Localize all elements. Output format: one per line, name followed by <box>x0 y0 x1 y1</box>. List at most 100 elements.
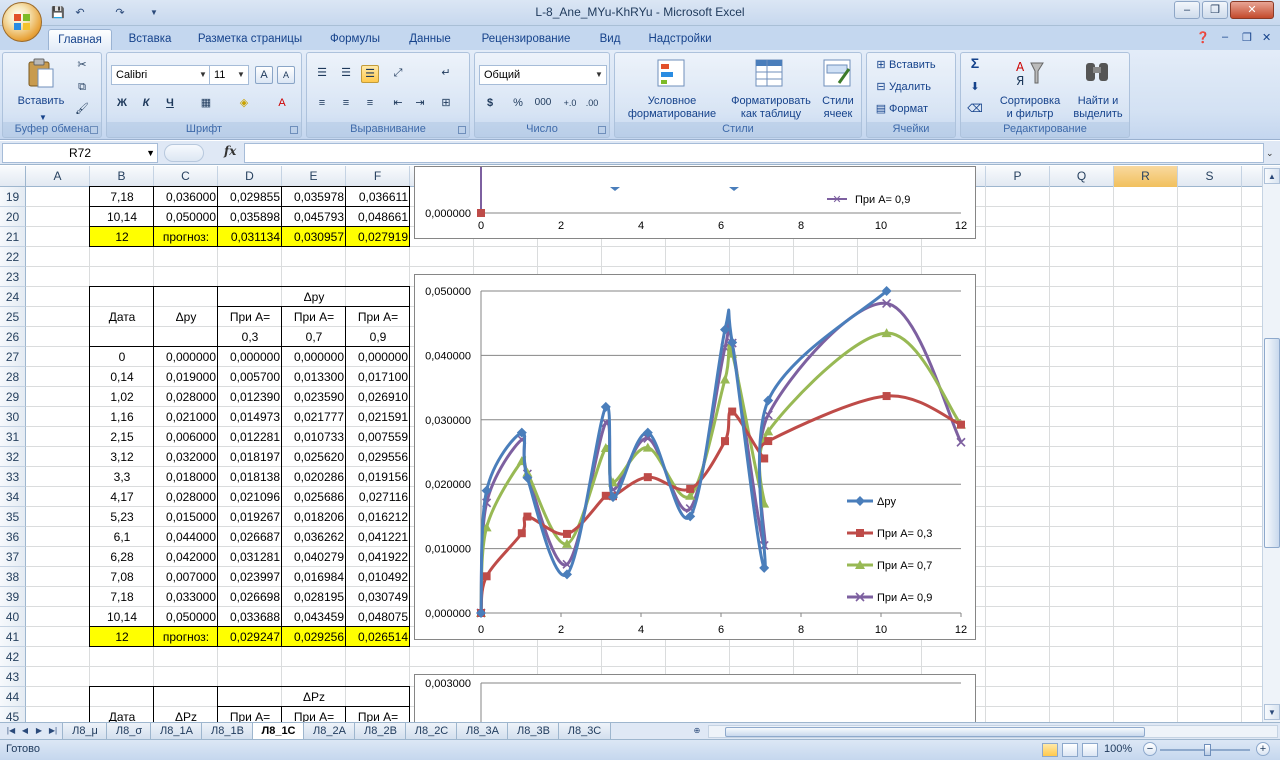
cell[interactable]: 0,028000 <box>154 387 218 407</box>
cell[interactable]: 0,021000 <box>154 407 218 427</box>
cell[interactable]: 0,027919 <box>346 227 410 247</box>
tab-insert[interactable]: Вставка <box>118 29 182 50</box>
cell[interactable]: 0,031281 <box>218 547 282 567</box>
cut-icon[interactable]: ✂ <box>73 57 91 75</box>
tab-review[interactable]: Рецензирование <box>472 29 580 50</box>
main-chart[interactable]: 0,000000 0,010000 0,020000 0,030000 0,040000… <box>414 274 976 640</box>
align-bottom-icon[interactable]: ☰ <box>361 65 379 83</box>
align-center-icon[interactable]: ≡ <box>337 95 355 113</box>
help-icon[interactable]: ❓ <box>1196 31 1210 44</box>
cell-styles-label-1[interactable]: Стили <box>813 95 863 108</box>
next-sheet-icon[interactable]: ▶ <box>32 724 46 738</box>
name-box[interactable]: R72 ▼ <box>2 143 158 163</box>
row-header[interactable]: 40 <box>0 607 26 627</box>
horizontal-scrollbar[interactable] <box>708 725 1278 738</box>
shrink-font-icon[interactable]: A <box>277 66 295 84</box>
find-select-label-2[interactable]: выделить <box>1069 108 1127 121</box>
cell[interactable]: 0,036611 <box>346 187 410 207</box>
cell[interactable]: При А= <box>346 307 410 327</box>
cell[interactable]: Δpy <box>154 307 218 327</box>
row-header[interactable]: 25 <box>0 307 26 327</box>
row-header[interactable]: 24 <box>0 287 26 307</box>
percent-button[interactable]: % <box>509 95 527 113</box>
bottom-chart[interactable]: 0,003000 <box>414 674 976 722</box>
cell[interactable]: При А= <box>346 707 410 722</box>
cell[interactable]: 10,14 <box>90 607 154 627</box>
cell[interactable]: 0,032000 <box>154 447 218 467</box>
sheet-tab[interactable]: Л8_1C <box>252 723 305 740</box>
horizontal-scroll-thumb[interactable] <box>725 727 1145 737</box>
row-header[interactable]: 35 <box>0 507 26 527</box>
bold-button[interactable]: Ж <box>113 95 131 113</box>
sheet-tab[interactable]: Л8_μ <box>62 723 108 740</box>
increase-indent-icon[interactable]: ⇥ <box>411 95 429 113</box>
paste-button[interactable]: Вставить <box>11 95 71 108</box>
orientation-icon[interactable]: ⤢ <box>389 65 407 83</box>
cell[interactable]: 3,12 <box>90 447 154 467</box>
zoom-out-button[interactable]: − <box>1143 742 1157 756</box>
row-header[interactable]: 43 <box>0 667 26 687</box>
delete-cells-button[interactable]: Удалить <box>889 81 949 94</box>
scroll-up-icon[interactable]: ▲ <box>1264 168 1280 184</box>
find-select-label-1[interactable]: Найти и <box>1069 95 1127 108</box>
cell[interactable]: Дата <box>90 307 154 327</box>
worksheet-grid[interactable]: ABCDEFGHIJKLMNOPQRS 19202122232425262728… <box>0 166 1262 722</box>
cell[interactable]: При А= <box>218 307 282 327</box>
normal-view-button[interactable] <box>1042 743 1058 757</box>
cell[interactable]: 0,018000 <box>154 467 218 487</box>
format-as-table-label-1[interactable]: Форматировать <box>721 95 821 108</box>
cell[interactable]: 1,02 <box>90 387 154 407</box>
clipboard-launcher-icon[interactable] <box>90 126 98 134</box>
cell[interactable]: 0,030749 <box>346 587 410 607</box>
cell[interactable]: 0,005700 <box>218 367 282 387</box>
cell[interactable]: 0,029256 <box>282 627 346 647</box>
ribbon-close-icon[interactable]: ✕ <box>1262 31 1271 44</box>
format-cells-button[interactable]: Формат <box>889 103 949 116</box>
cell[interactable]: 0,045793 <box>282 207 346 227</box>
office-button[interactable] <box>2 2 42 42</box>
cell-styles-label-2[interactable]: ячеек <box>813 108 863 121</box>
row-header[interactable]: 29 <box>0 387 26 407</box>
cell[interactable]: 0,016984 <box>282 567 346 587</box>
cell[interactable]: 0,012281 <box>218 427 282 447</box>
cell[interactable]: 0,021591 <box>346 407 410 427</box>
number-launcher-icon[interactable] <box>598 126 606 134</box>
sheet-tab[interactable]: Л8_3B <box>507 723 560 740</box>
vertical-scrollbar[interactable]: ▲ ▼ <box>1262 166 1280 722</box>
column-header[interactable]: B <box>90 166 154 187</box>
tab-view[interactable]: Вид <box>588 29 632 50</box>
column-header[interactable]: F <box>346 166 410 187</box>
cell[interactable]: 1,16 <box>90 407 154 427</box>
insert-sheet-icon[interactable]: ⊕ <box>688 724 706 738</box>
alignment-launcher-icon[interactable] <box>458 126 466 134</box>
decrease-indent-icon[interactable]: ⇤ <box>389 95 407 113</box>
cell[interactable]: 12 <box>90 627 154 647</box>
cell[interactable]: 0 <box>90 347 154 367</box>
cell[interactable]: 0,048661 <box>346 207 410 227</box>
cell[interactable]: 6,1 <box>90 527 154 547</box>
row-header[interactable]: 41 <box>0 627 26 647</box>
row-header[interactable]: 39 <box>0 587 26 607</box>
cell[interactable]: 3,3 <box>90 467 154 487</box>
row-header[interactable]: 20 <box>0 207 26 227</box>
grow-font-icon[interactable]: A <box>255 66 273 84</box>
cell[interactable]: 0,044000 <box>154 527 218 547</box>
sheet-tab[interactable]: Л8_2B <box>354 723 407 740</box>
cell[interactable]: 0,026910 <box>346 387 410 407</box>
cell[interactable]: 0,010492 <box>346 567 410 587</box>
cell[interactable]: 0,9 <box>346 327 410 347</box>
cell[interactable]: 0,036262 <box>282 527 346 547</box>
cell[interactable]: 0,041221 <box>346 527 410 547</box>
cell[interactable]: 0,016212 <box>346 507 410 527</box>
cell[interactable]: 0,023590 <box>282 387 346 407</box>
cell[interactable]: 2,15 <box>90 427 154 447</box>
cell[interactable]: 7,08 <box>90 567 154 587</box>
cell[interactable]: При А= <box>282 307 346 327</box>
sheet-tab[interactable]: Л8_2C <box>405 723 458 740</box>
row-header[interactable]: 26 <box>0 327 26 347</box>
cell[interactable]: 0,025686 <box>282 487 346 507</box>
cell[interactable]: 0,028000 <box>154 487 218 507</box>
column-header[interactable]: R <box>1114 166 1178 187</box>
prev-sheet-icon[interactable]: ◀ <box>18 724 32 738</box>
cell[interactable]: 0,048075 <box>346 607 410 627</box>
